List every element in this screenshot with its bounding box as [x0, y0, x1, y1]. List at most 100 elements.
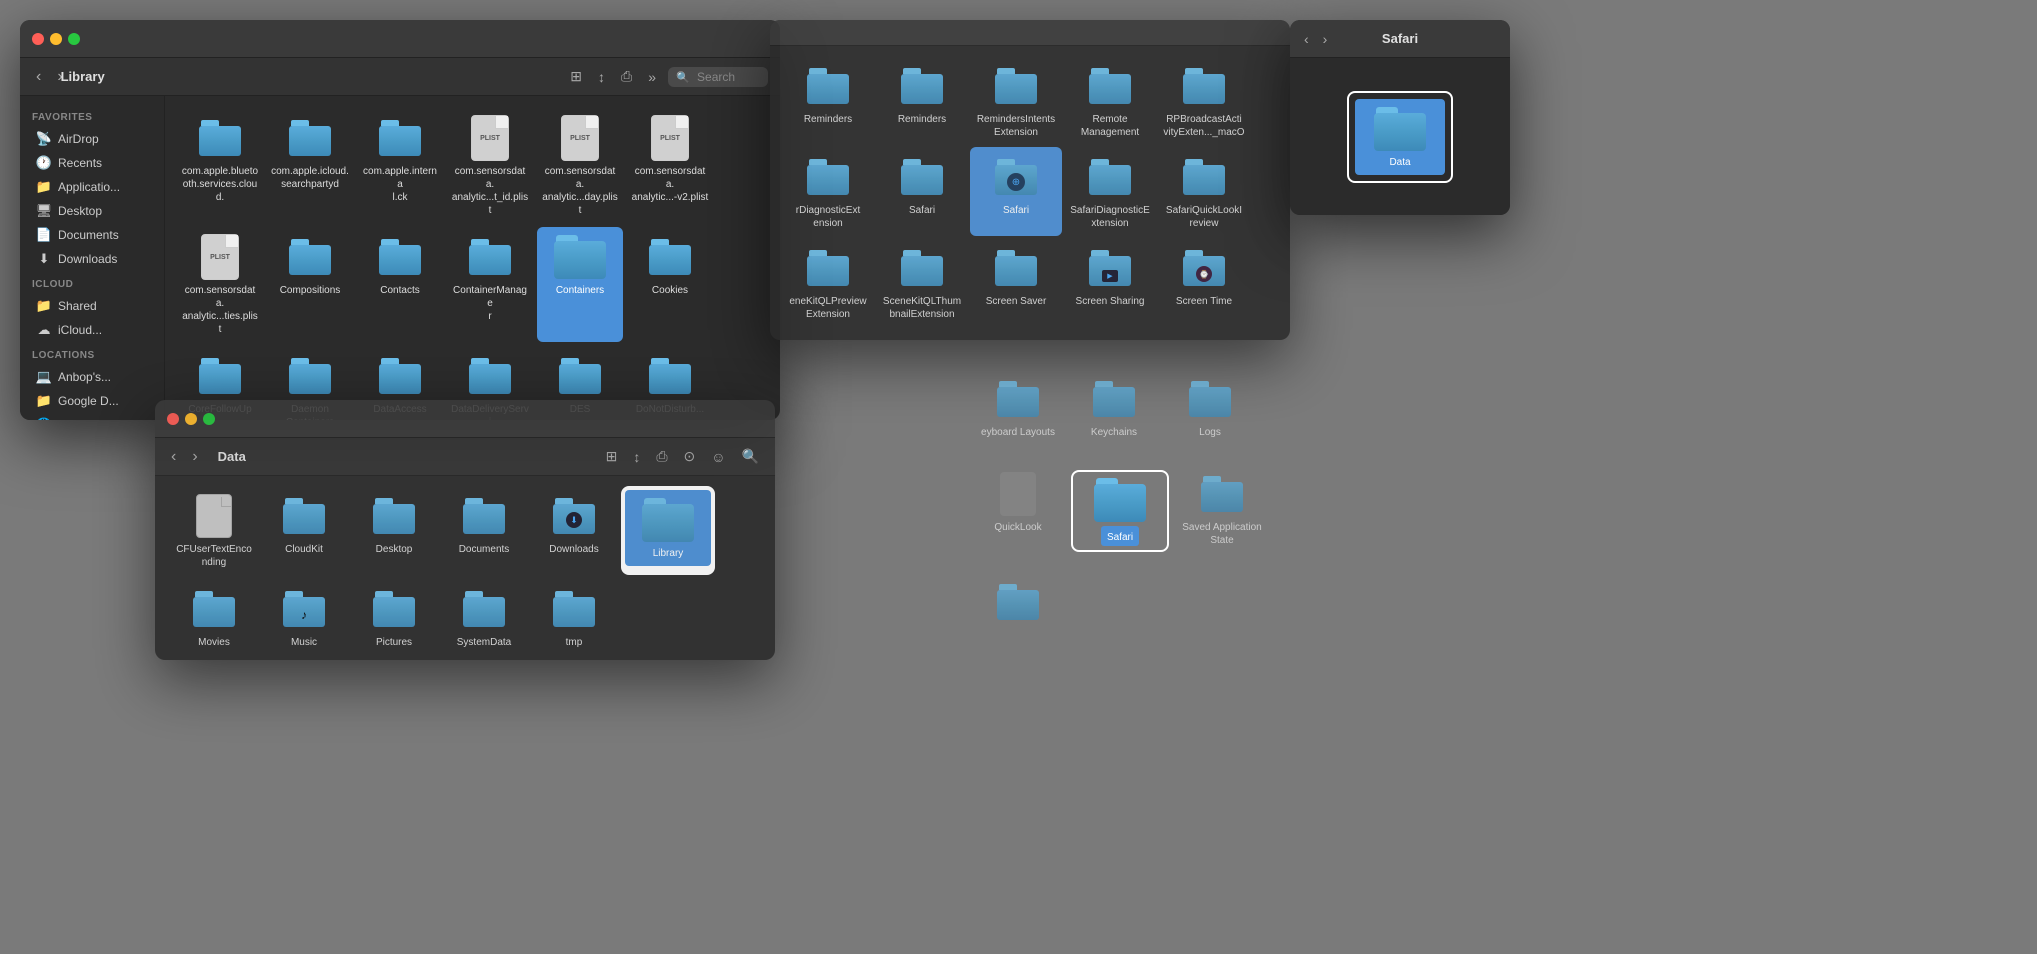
emoji-icon[interactable]: ☺: [707, 447, 729, 467]
file-label: Safari: [1003, 204, 1029, 217]
sidebar-item-desktop[interactable]: 🖥 Desktop: [24, 199, 160, 223]
list-item[interactable]: Pictures: [351, 579, 437, 655]
list-item[interactable]: tmp: [531, 579, 617, 655]
back-button[interactable]: ‹: [167, 446, 180, 468]
list-item[interactable]: [975, 578, 1061, 629]
list-item[interactable]: ♪ Music: [261, 579, 347, 655]
list-item[interactable]: SceneKitQLThumbnailExtension: [876, 238, 968, 327]
list-item[interactable]: SafariQuickLookIreview: [1158, 147, 1250, 236]
maximize-button[interactable]: [68, 33, 80, 45]
list-item-screen-sharing[interactable]: ▶ Screen Sharing: [1064, 238, 1156, 327]
list-item[interactable]: Documents: [441, 486, 527, 575]
list-item[interactable]: Contacts: [357, 227, 443, 342]
folder-icon: [1194, 470, 1250, 518]
list-item[interactable]: Cookies: [627, 227, 713, 342]
data-folder-selected-box[interactable]: Data: [1347, 91, 1453, 183]
tag-icon[interactable]: ⊙: [680, 446, 700, 467]
sidebar-item-google-drive[interactable]: 📁 Google D...: [24, 389, 160, 413]
list-item[interactable]: eyboard Layouts: [975, 375, 1061, 439]
share-icon[interactable]: ⎙: [617, 66, 636, 87]
list-item[interactable]: Logs: [1167, 375, 1253, 439]
view-icon[interactable]: ⊞: [602, 446, 622, 467]
file-label: rDiagnosticExtension: [796, 204, 860, 230]
list-item[interactable]: eneKitQLPreviewExtension: [782, 238, 874, 327]
list-item[interactable]: CFUserTextEnconding: [171, 486, 257, 575]
list-item[interactable]: Reminders: [782, 56, 874, 145]
sidebar-label: AirDrop: [58, 132, 99, 146]
list-item[interactable]: PLIST com.sensorsdata.analytic...day.pli…: [537, 108, 623, 223]
sort-icon[interactable]: ↕: [629, 447, 644, 467]
list-item-data-selected[interactable]: Data: [1355, 99, 1445, 175]
list-item[interactable]: com.apple.bluetooth.services.cloud.: [177, 108, 263, 223]
back-button[interactable]: ‹: [32, 66, 45, 88]
plist-icon: PLIST: [552, 114, 608, 162]
list-item-screen-time[interactable]: ⌚ Screen Time: [1158, 238, 1250, 327]
sort-icon[interactable]: ↕: [594, 67, 609, 87]
sidebar-item-downloads[interactable]: ⬇ Downloads: [24, 247, 160, 271]
forward-button[interactable]: ›: [1319, 29, 1332, 49]
list-item[interactable]: PLIST com.sensorsdata.analytic...t_id.pl…: [447, 108, 533, 223]
view-icon[interactable]: ⊞: [566, 66, 586, 87]
list-item[interactable]: ContainerManager: [447, 227, 533, 342]
list-item-safari-selected[interactable]: ⊕ Safari: [970, 147, 1062, 236]
sidebar-item-recents[interactable]: 🕐 Recents: [24, 151, 160, 175]
list-item[interactable]: Reminders: [876, 56, 968, 145]
folder-icon: [282, 233, 338, 281]
close-button[interactable]: [167, 413, 179, 425]
list-item-saved-state[interactable]: Saved ApplicationState: [1179, 470, 1265, 547]
sidebar-item-anbop[interactable]: 💻 Anbop's...: [24, 365, 160, 389]
safari-bg-selected-box[interactable]: Safari: [1071, 470, 1169, 552]
right-panel-window[interactable]: Reminders Reminders RemindersIntentsExte…: [770, 20, 1290, 340]
library-window[interactable]: ‹ › Library ⊞ ↕ ⎙ » 🔍 Search Favorites 📡…: [20, 20, 780, 420]
list-item-containers-selected[interactable]: Containers: [537, 227, 623, 342]
sidebar-item-shared[interactable]: 📁 Shared: [24, 294, 160, 318]
more-icon[interactable]: »: [644, 67, 660, 87]
file-label: SystemData: [457, 636, 511, 649]
maximize-button[interactable]: [203, 413, 215, 425]
list-item[interactable]: Desktop: [351, 486, 437, 575]
close-button[interactable]: [32, 33, 44, 45]
list-item[interactable]: Compositions: [267, 227, 353, 342]
share-icon[interactable]: ⎙: [652, 446, 671, 467]
forward-button[interactable]: ›: [188, 446, 201, 468]
list-item[interactable]: com.apple.internal.ck: [357, 108, 443, 223]
list-item[interactable]: ⬇ Downloads: [531, 486, 617, 575]
list-item[interactable]: PLIST com.sensorsdata.analytic...-v2.pli…: [627, 108, 713, 223]
sidebar-item-network[interactable]: 🌐 Network: [24, 413, 160, 420]
list-item[interactable]: CloudKit: [261, 486, 347, 575]
list-item[interactable]: rDiagnosticExtension: [782, 147, 874, 236]
list-item[interactable]: com.apple.icloud.searchpartyd: [267, 108, 353, 223]
file-label: SceneKitQLThumbnailExtension: [883, 295, 961, 321]
search-box[interactable]: 🔍 Search: [668, 67, 768, 87]
list-item[interactable]: Safari: [876, 147, 968, 236]
folder-icon: [642, 233, 698, 281]
search-icon[interactable]: 🔍: [738, 446, 763, 467]
minimize-button[interactable]: [185, 413, 197, 425]
toolbar: ‹ › Data ⊞ ↕ ⎙ ⊙ ☺ 🔍: [155, 438, 775, 476]
library-selected-box[interactable]: Library: [621, 486, 715, 575]
list-item-quicklook[interactable]: QuickLook: [975, 470, 1061, 534]
minimize-button[interactable]: [50, 33, 62, 45]
sidebar-item-documents[interactable]: 📄 Documents: [24, 223, 160, 247]
safari-detail-window[interactable]: ‹ › Safari Data: [1290, 20, 1510, 215]
back-button[interactable]: ‹: [1300, 29, 1313, 49]
sidebar-item-applications[interactable]: 📁 Applicatio...: [24, 175, 160, 199]
list-item[interactable]: PLIST com.sensorsdata.analytic...ties.pl…: [177, 227, 263, 342]
sidebar-item-icloud[interactable]: ☁ iCloud...: [24, 318, 160, 342]
list-item[interactable]: RPBroadcastActivityExten..._macO: [1158, 56, 1250, 145]
list-item[interactable]: Keychains: [1071, 375, 1157, 439]
file-label: CFUserTextEnconding: [176, 543, 252, 569]
window-title: Safari: [1382, 31, 1418, 46]
list-item[interactable]: RemoteManagement: [1064, 56, 1156, 145]
list-item[interactable]: SystemData: [441, 579, 527, 655]
list-item[interactable]: SafariDiagnosticExtension: [1064, 147, 1156, 236]
data-window[interactable]: ‹ › Data ⊞ ↕ ⎙ ⊙ ☺ 🔍 CFUserTextEnconding: [155, 400, 775, 660]
bg-folders-row1: eyboard Layouts Keychains Logs: [975, 375, 1253, 439]
list-item-safari-bg-selected[interactable]: Safari: [1077, 476, 1163, 546]
drive-icon: 📁: [36, 393, 52, 409]
list-item-library-selected[interactable]: Library: [625, 490, 711, 566]
list-item[interactable]: Movies: [171, 579, 257, 655]
list-item[interactable]: RemindersIntentsExtension: [970, 56, 1062, 145]
sidebar-item-airdrop[interactable]: 📡 AirDrop: [24, 127, 160, 151]
list-item-screen-saver[interactable]: Screen Saver: [970, 238, 1062, 327]
